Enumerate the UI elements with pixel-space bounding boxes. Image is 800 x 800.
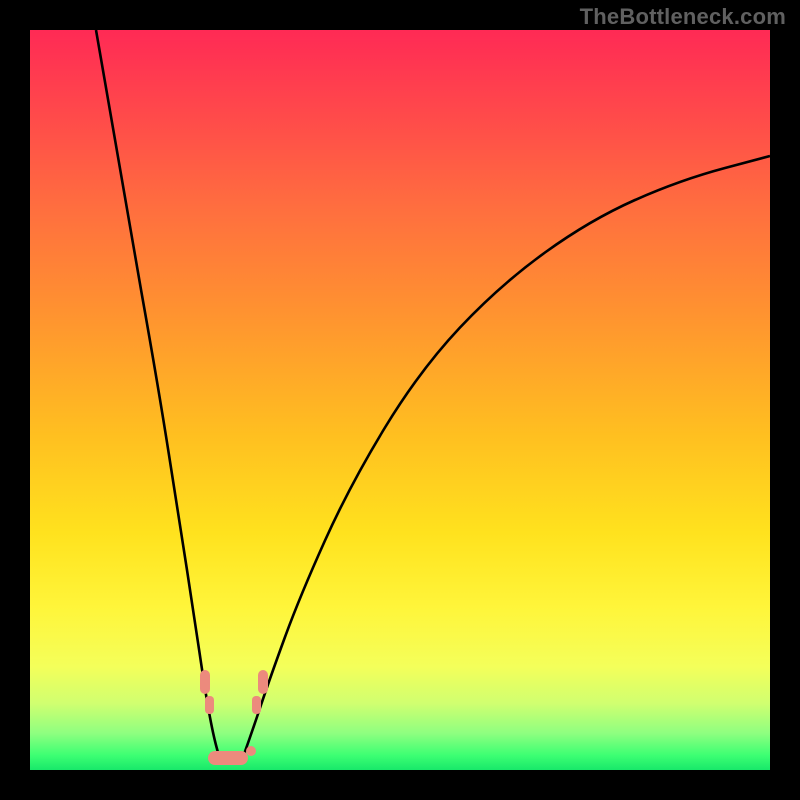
bottleneck-curve <box>30 30 770 770</box>
marker <box>200 670 210 694</box>
plot-area <box>30 30 770 770</box>
marker <box>205 696 214 714</box>
curve-right-leg <box>242 156 770 760</box>
curve-left-leg <box>96 30 220 760</box>
marker <box>246 746 256 756</box>
stage: TheBottleneck.com <box>0 0 800 800</box>
marker <box>208 751 248 765</box>
watermark-text: TheBottleneck.com <box>580 4 786 30</box>
marker <box>258 670 268 694</box>
marker <box>252 696 261 714</box>
